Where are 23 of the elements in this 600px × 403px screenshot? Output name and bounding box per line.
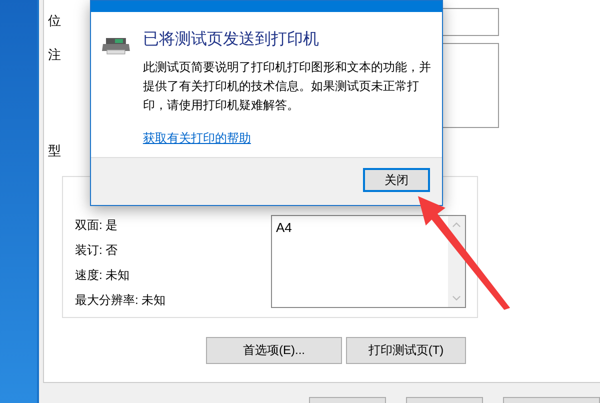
- dialog-heading: 已将测试页发送到打印机: [142, 30, 320, 50]
- close-button[interactable]: 关闭: [363, 168, 430, 192]
- scroll-down-icon[interactable]: [452, 295, 461, 301]
- field-label: 型: [48, 142, 61, 160]
- printer-icon: [101, 37, 131, 55]
- dialog-button[interactable]: [406, 397, 483, 403]
- action-button[interactable]: 打印测试页(T): [346, 337, 466, 364]
- action-button[interactable]: 首选项(E)...: [206, 337, 342, 364]
- feature-text: 最大分辨率: 未知: [75, 292, 166, 309]
- help-link[interactable]: 获取有关打印的帮助: [142, 130, 251, 147]
- dialog-message: 此测试页简要说明了打印机打印图形和文本的功能，并提供了有关打印机的技术信息。如果测试页未正常打印，请使用打印机疑难解答。: [142, 59, 432, 114]
- feature-text: 装订: 否: [75, 242, 119, 259]
- comment-field[interactable]: [441, 43, 499, 128]
- text-field[interactable]: [441, 8, 499, 36]
- dialog-button[interactable]: [309, 397, 386, 403]
- paper-item[interactable]: A4: [276, 220, 292, 235]
- paper-list[interactable]: A4: [271, 215, 466, 308]
- feature-text: 速度: 未知: [75, 267, 131, 284]
- feature-text: 双面: 是: [75, 217, 119, 234]
- field-label: 位: [48, 12, 61, 30]
- dialog-button[interactable]: [503, 397, 600, 403]
- field-label: 注: [48, 46, 61, 64]
- scroll-up-icon[interactable]: [452, 222, 461, 228]
